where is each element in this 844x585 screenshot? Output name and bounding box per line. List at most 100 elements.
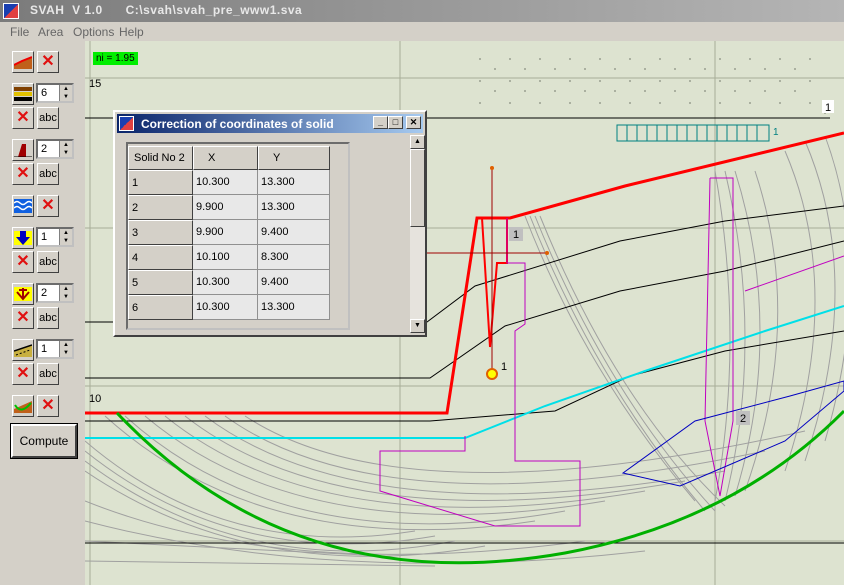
spinner-arrows-icon[interactable]: ▲ ▼ — [59, 285, 72, 301]
scroll-up-icon[interactable]: ▲ — [410, 135, 425, 149]
solid-label-button[interactable]: abc — [37, 163, 59, 185]
load-spinner-value: 1 — [41, 231, 48, 243]
load-button[interactable] — [12, 227, 34, 249]
label-1-anchor-text: 1 — [501, 361, 507, 373]
scroll-down-icon[interactable]: ▼ — [410, 319, 425, 333]
anchor-icon — [14, 287, 32, 301]
maximize-icon[interactable]: □ — [388, 116, 403, 129]
cell-y-1[interactable]: 13.300 — [258, 170, 330, 195]
dialog-scrollbar[interactable]: ▲ ▼ — [410, 135, 425, 333]
menu-file[interactable]: File — [10, 25, 29, 39]
y-label-10: 10 — [89, 393, 101, 405]
label-1-box-text: 1 — [513, 229, 519, 241]
label-2-box-text: 2 — [740, 413, 746, 425]
row-num-3: 3 — [128, 220, 193, 245]
close-icon[interactable]: ✕ — [406, 116, 421, 129]
delete-icon: ✕ — [41, 53, 55, 70]
cell-x-6[interactable]: 10.300 — [193, 295, 258, 320]
coordinates-grid[interactable]: Solid No 2 X Y 1 10.300 13.300 2 9.900 1… — [126, 142, 350, 330]
anchor-spinner[interactable]: 2 ▲ ▼ — [36, 283, 74, 303]
delete-solid-button[interactable]: ✕ — [12, 163, 34, 185]
delete-load-button[interactable]: ✕ — [12, 251, 34, 273]
safety-factor-badge: ni = 1.95 — [93, 52, 138, 65]
load-label-button[interactable]: abc — [37, 251, 59, 273]
spinner-arrows-icon[interactable]: ▲ ▼ — [59, 229, 72, 245]
cell-x-2[interactable]: 9.900 — [193, 195, 258, 220]
label-1-grid-text: 1 — [773, 127, 779, 138]
layers-spinner-value: 6 — [41, 87, 48, 99]
correction-dialog: Correction of coordinates of solid _ □ ✕… — [113, 110, 427, 337]
terrain-button[interactable] — [12, 51, 34, 73]
cell-y-6[interactable]: 13.300 — [258, 295, 330, 320]
reinforcement-label-button[interactable]: abc — [37, 363, 59, 385]
abc-label: abc — [39, 312, 57, 324]
solid-spinner[interactable]: 2 ▲ ▼ — [36, 139, 74, 159]
menu-bar: File Area Options Help — [0, 22, 844, 41]
slip-surface-icon — [14, 401, 32, 413]
delete-icon: ✕ — [41, 197, 55, 214]
delete-anchor-button[interactable]: ✕ — [12, 307, 34, 329]
anchor-point-icon[interactable] — [486, 368, 498, 380]
dot-pattern — [479, 58, 826, 114]
menu-area[interactable]: Area — [38, 25, 63, 39]
anchor-label-button[interactable]: abc — [37, 307, 59, 329]
dialog-title: Correction of coordinates of solid — [141, 117, 334, 131]
delete-slip-surface-button[interactable]: ✕ — [37, 395, 59, 417]
compute-label: Compute — [19, 434, 69, 448]
load-arrow-icon — [14, 231, 32, 245]
app-icon — [3, 3, 19, 19]
layers-icon — [14, 87, 32, 101]
scroll-thumb[interactable] — [410, 149, 425, 227]
compute-button[interactable]: Compute — [10, 423, 78, 459]
load-top-point — [490, 166, 494, 170]
cell-y-5[interactable]: 9.400 — [258, 270, 330, 295]
col-header-solid: Solid No 2 — [128, 146, 193, 170]
cell-y-3[interactable]: 9.400 — [258, 220, 330, 245]
load-spinner[interactable]: 1 ▲ ▼ — [36, 227, 74, 247]
cell-x-1[interactable]: 10.300 — [193, 170, 258, 195]
slip-surface-button[interactable] — [12, 395, 34, 417]
abc-label: abc — [39, 112, 57, 124]
delete-icon: ✕ — [16, 109, 30, 126]
layer-label-button[interactable]: abc — [37, 107, 59, 129]
abc-label: abc — [39, 168, 57, 180]
menu-help[interactable]: Help — [119, 25, 144, 39]
cell-x-4[interactable]: 10.100 — [193, 245, 258, 270]
solid-button[interactable] — [12, 139, 34, 161]
water-button[interactable] — [12, 195, 34, 217]
layers-spinner[interactable]: 6 ▲ ▼ — [36, 83, 74, 103]
reinforcement-button[interactable] — [12, 339, 34, 361]
menu-options[interactable]: Options — [73, 25, 114, 39]
y-label-15: 15 — [89, 78, 101, 90]
row-num-4: 4 — [128, 245, 193, 270]
solid-spinner-value: 2 — [41, 143, 48, 155]
cell-y-4[interactable]: 8.300 — [258, 245, 330, 270]
delete-icon: ✕ — [41, 397, 55, 414]
row-num-6: 6 — [128, 295, 193, 320]
delete-layer-button[interactable]: ✕ — [12, 107, 34, 129]
label-1-right-text: 1 — [825, 102, 831, 114]
delete-reinforcement-button[interactable]: ✕ — [12, 363, 34, 385]
anchor-button[interactable] — [12, 283, 34, 305]
spinner-arrows-icon[interactable]: ▲ ▼ — [59, 341, 72, 357]
cell-x-5[interactable]: 10.300 — [193, 270, 258, 295]
delete-icon: ✕ — [16, 309, 30, 326]
abc-label: abc — [39, 256, 57, 268]
row-num-5: 5 — [128, 270, 193, 295]
delete-terrain-button[interactable]: ✕ — [37, 51, 59, 73]
cell-x-3[interactable]: 9.900 — [193, 220, 258, 245]
delete-water-button[interactable]: ✕ — [37, 195, 59, 217]
terrain-icon — [14, 56, 32, 69]
reinforcement-grid-ticks — [626, 125, 758, 141]
reinforcement-spinner[interactable]: 1 ▲ ▼ — [36, 339, 74, 359]
delete-icon: ✕ — [16, 253, 30, 270]
magenta-link — [744, 255, 844, 292]
cell-y-2[interactable]: 13.300 — [258, 195, 330, 220]
water-icon — [14, 199, 32, 213]
reinforcement-icon — [14, 344, 32, 357]
spinner-arrows-icon[interactable]: ▲ ▼ — [59, 141, 72, 157]
layers-button[interactable] — [12, 83, 34, 105]
minimize-icon[interactable]: _ — [373, 116, 388, 129]
spinner-arrows-icon[interactable]: ▲ ▼ — [59, 85, 72, 101]
dialog-caption[interactable]: Correction of coordinates of solid _ □ ✕ — [117, 114, 423, 133]
